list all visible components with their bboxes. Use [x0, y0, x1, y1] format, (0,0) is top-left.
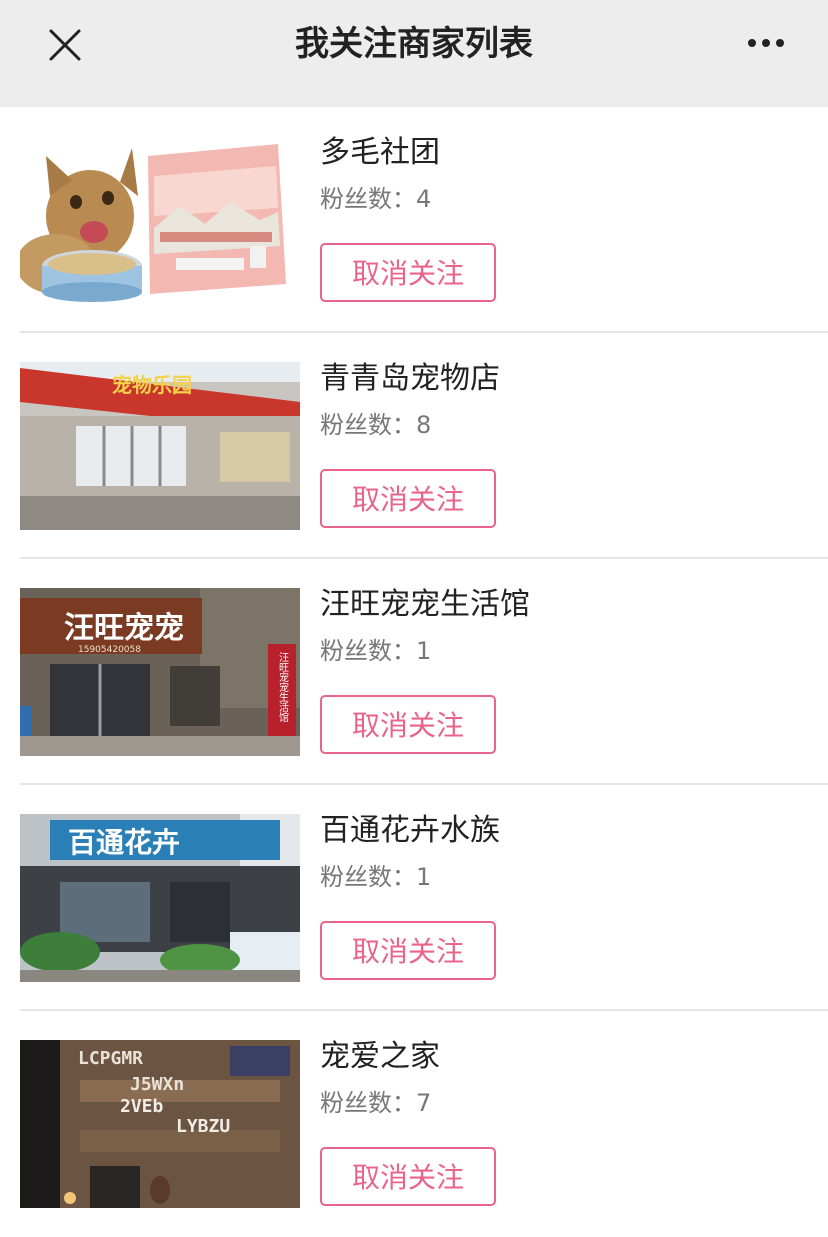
storefront-sign-text: 汪旺宠宠 — [64, 611, 184, 646]
merchant-item[interactable]: 百通花卉 百通花卉水族 粉丝数：1 取消关注 — [0, 785, 828, 1011]
fans-label: 粉丝数： — [320, 863, 416, 891]
merchant-item[interactable]: LCPGMR J5WXn 2VEb LYBZU 宠爱之家 粉丝数：7 取消关注 — [0, 1011, 828, 1237]
fans-label: 粉丝数： — [320, 637, 416, 665]
page-title: 我关注商家列表 — [295, 24, 533, 64]
storefront-sign-text: 百通花卉 — [68, 826, 180, 859]
fans-value: 4 — [416, 185, 432, 213]
fans-count: 粉丝数：8 — [320, 409, 431, 441]
wall-text: LYBZU — [176, 1116, 230, 1137]
unfollow-button[interactable]: 取消关注 — [320, 695, 496, 754]
fans-value: 8 — [416, 411, 432, 439]
merchant-thumbnail[interactable] — [20, 136, 300, 304]
wall-text: J5WXn — [130, 1074, 184, 1095]
top-navigation-bar: 我关注商家列表 — [0, 0, 828, 107]
merchant-thumbnail[interactable]: 汪旺宠宠 15905420058 汪旺宠宠生活馆 — [20, 588, 300, 756]
merchant-thumbnail[interactable]: 宠物乐园 — [20, 362, 300, 530]
merchant-item[interactable]: 多毛社团 粉丝数：4 取消关注 — [0, 107, 828, 333]
fans-label: 粉丝数： — [320, 1089, 416, 1117]
merchant-thumbnail[interactable]: 百通花卉 — [20, 814, 300, 982]
merchant-name[interactable]: 多毛社团 — [320, 133, 440, 173]
merchant-item[interactable]: 宠物乐园 青青岛宠物店 粉丝数：8 取消关注 — [0, 333, 828, 559]
fans-count: 粉丝数：7 — [320, 1087, 431, 1119]
merchant-item[interactable]: 汪旺宠宠 15905420058 汪旺宠宠生活馆 汪旺宠宠生活馆 粉丝数：1 取… — [0, 559, 828, 785]
wall-text: 2VEb — [120, 1096, 164, 1117]
fans-count: 粉丝数：1 — [320, 861, 431, 893]
more-icon[interactable] — [746, 30, 786, 56]
fans-label: 粉丝数： — [320, 411, 416, 439]
fans-value: 1 — [416, 863, 432, 891]
storefront-sign-text: 宠物乐园 — [112, 373, 192, 397]
fans-count: 粉丝数：4 — [320, 183, 431, 215]
merchant-name[interactable]: 青青岛宠物店 — [320, 359, 500, 399]
fans-value: 1 — [416, 637, 432, 665]
fans-label: 粉丝数： — [320, 185, 416, 213]
unfollow-button[interactable]: 取消关注 — [320, 469, 496, 528]
storefront-sign-phone: 15905420058 — [78, 645, 141, 655]
unfollow-button[interactable]: 取消关注 — [320, 243, 496, 302]
merchant-name[interactable]: 宠爱之家 — [320, 1037, 440, 1077]
wall-text: LCPGMR — [78, 1048, 143, 1069]
merchant-thumbnail[interactable]: LCPGMR J5WXn 2VEb LYBZU — [20, 1040, 300, 1208]
fans-value: 7 — [416, 1089, 432, 1117]
fans-count: 粉丝数：1 — [320, 635, 431, 667]
merchant-name[interactable]: 汪旺宠宠生活馆 — [320, 585, 530, 625]
unfollow-button[interactable]: 取消关注 — [320, 921, 496, 980]
unfollow-button[interactable]: 取消关注 — [320, 1147, 496, 1206]
merchant-list: 多毛社团 粉丝数：4 取消关注 宠物乐园 青青岛宠物店 粉丝数：8 取消关注 汪… — [0, 107, 828, 1237]
storefront-vertical-sign: 汪旺宠宠生活馆 — [277, 652, 289, 723]
merchant-name[interactable]: 百通花卉水族 — [320, 811, 500, 851]
